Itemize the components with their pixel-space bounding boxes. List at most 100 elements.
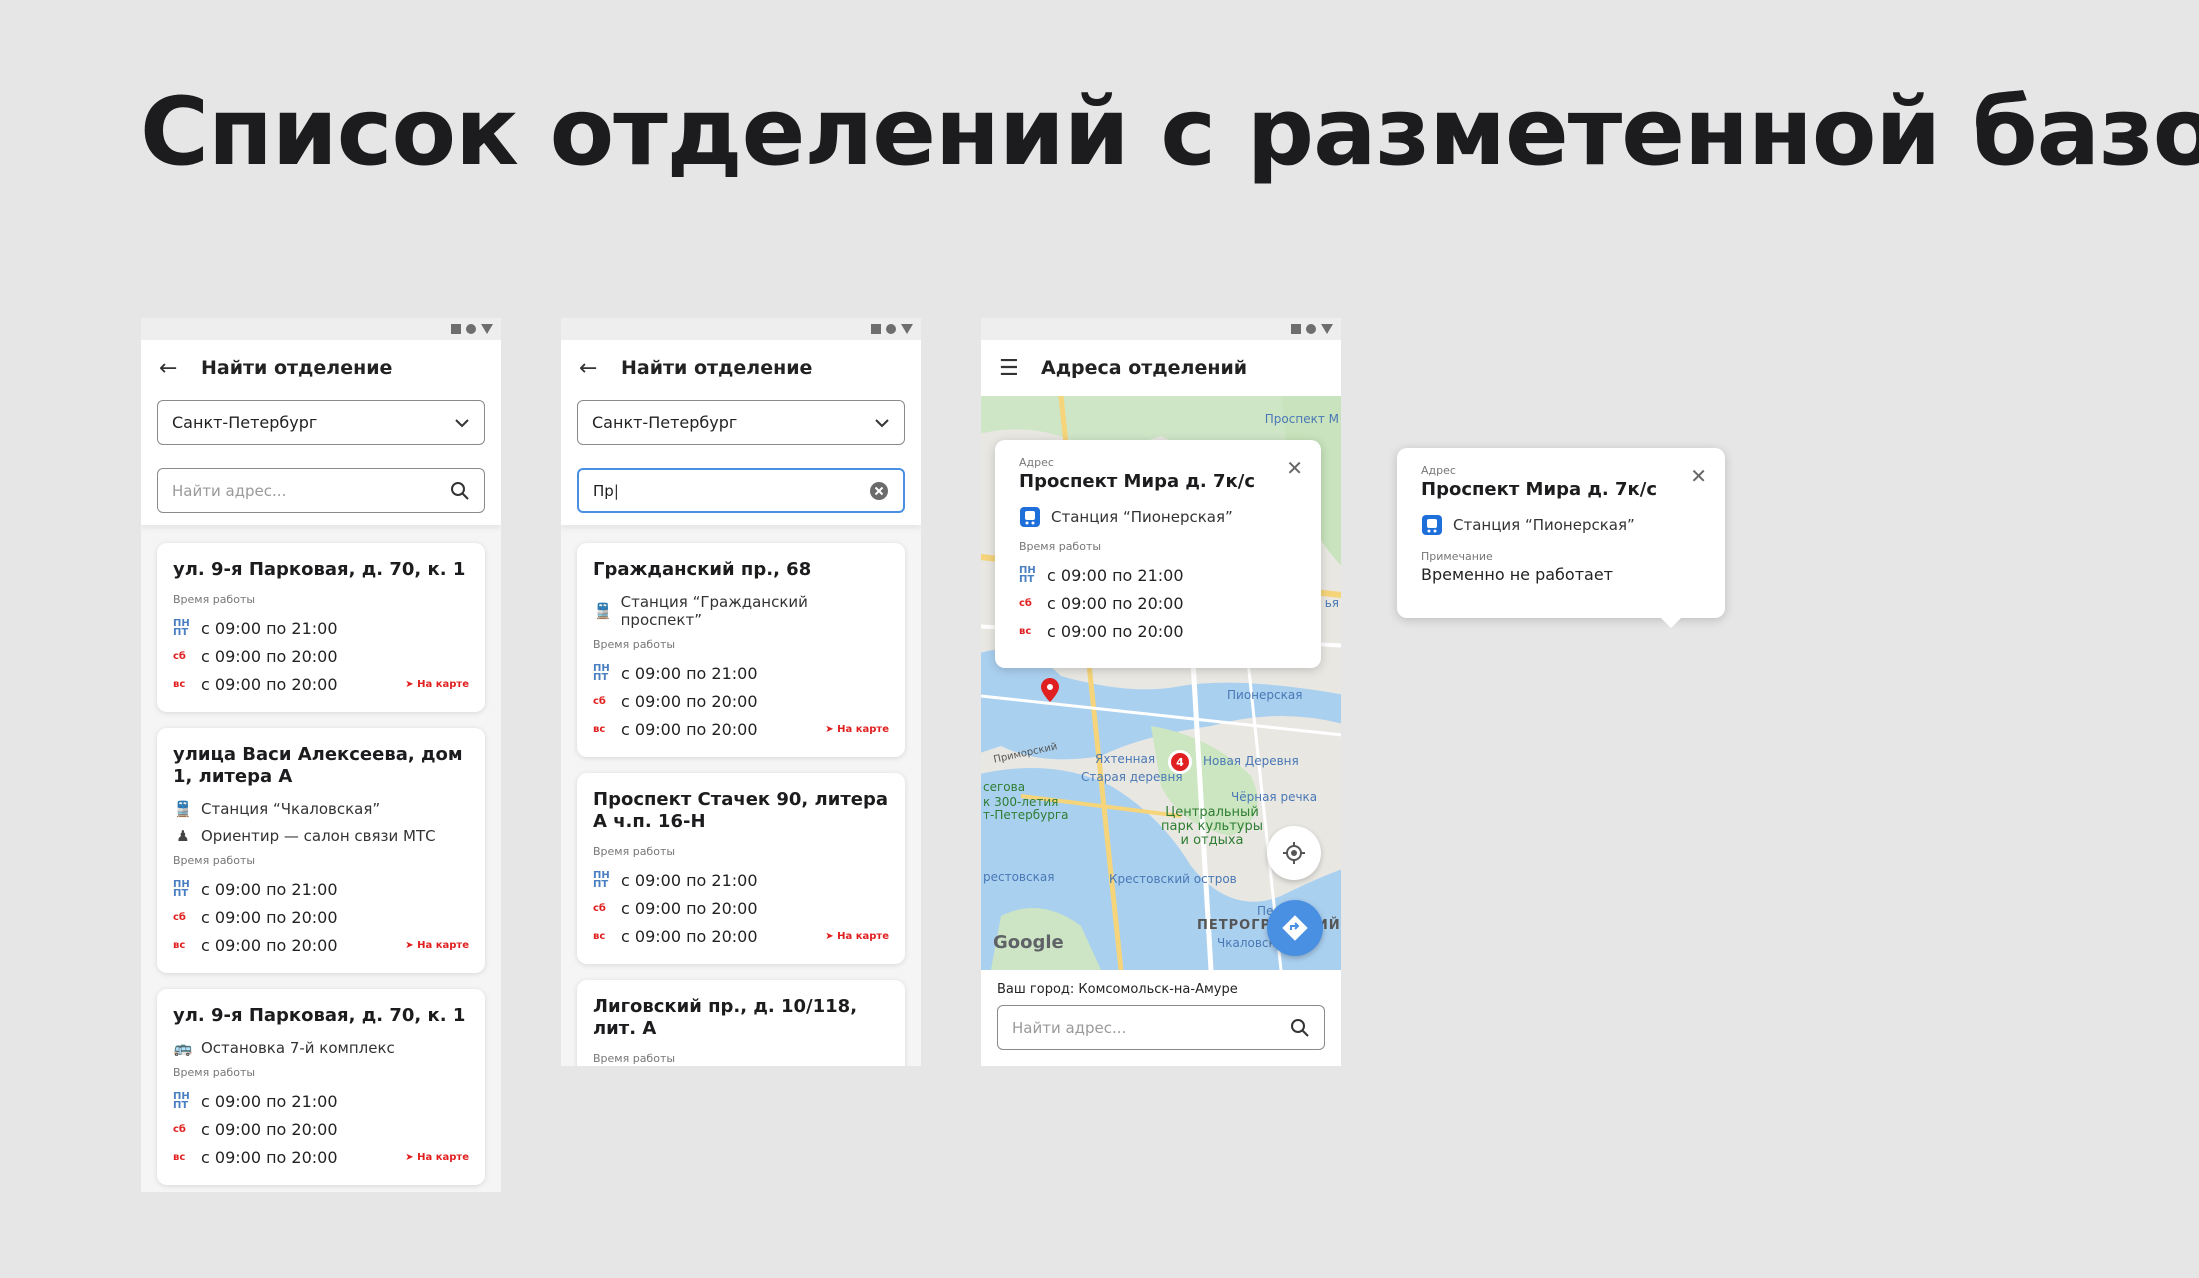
city-select[interactable]: Санкт-Петербург	[577, 400, 905, 445]
cluster-marker[interactable]: 4	[1168, 750, 1192, 774]
hours-value: с 09:00 по 20:00	[621, 719, 758, 739]
map-label: Крестовский остров	[1109, 872, 1237, 886]
weekday-label: ПН ПТ	[1019, 565, 1036, 585]
search-value: Пр|	[593, 481, 619, 500]
hours-value: с 09:00 по 20:00	[201, 907, 338, 927]
weekday-label: ПН ПТ	[173, 1091, 190, 1111]
google-logo: Google	[993, 932, 1064, 953]
branch-card[interactable]: Проспект Стачек 90, литера А ч.п. 16-Н В…	[577, 773, 905, 964]
sunday-label: вс	[593, 723, 606, 735]
station-text: Станция “Пионерская”	[1453, 516, 1635, 534]
landmark-icon: ♟	[176, 827, 190, 845]
hours-row: ПН ПТ с 09:00 по 21:00	[593, 659, 889, 687]
home-icon	[886, 324, 896, 334]
close-icon[interactable]: ✕	[1286, 456, 1303, 480]
metro-train-icon: 🚆	[593, 602, 613, 620]
location-pin-icon[interactable]	[1041, 678, 1059, 702]
hours-row: вс с 09:00 по 20:00 ➤ На карте	[173, 931, 469, 959]
saturday-label: сб	[1019, 597, 1032, 609]
branch-card[interactable]: ул. 9-я Парковая, д. 70, к. 1 Время рабо…	[157, 543, 485, 712]
city-value[interactable]: Комсомольск-на-Амуре	[1078, 982, 1237, 997]
close-icon[interactable]: ✕	[1690, 464, 1707, 488]
map[interactable]: Проспект М ья Пионерская Приморский Яхте…	[981, 396, 1341, 970]
work-time-label: Время работы	[173, 1066, 256, 1079]
popup-title: Проспект Мира д. 7к/с	[1019, 471, 1255, 492]
on-map-link[interactable]: ➤ На карте	[825, 724, 889, 735]
station-text: Станция “Гражданский проспект”	[620, 593, 808, 629]
hours-row: вс с 09:00 по 20:00	[1019, 617, 1297, 645]
back-arrow-icon[interactable]: ←	[159, 356, 179, 381]
on-map-label: На карте	[417, 939, 469, 951]
city-select[interactable]: Санкт-Петербург	[157, 400, 485, 445]
on-map-link[interactable]: ➤ На карте	[405, 1152, 469, 1163]
bottom-panel: Ваш город: Комсомольск-на-Амуре Найти ад…	[981, 970, 1341, 1062]
on-map-link[interactable]: ➤ На карте	[405, 940, 469, 951]
map-label: Пионерская	[1227, 688, 1303, 702]
back-arrow-icon[interactable]: ←	[579, 356, 599, 381]
metro-train-icon	[1020, 507, 1040, 527]
on-map-link[interactable]: ➤ На карте	[405, 679, 469, 690]
on-map-label: На карте	[837, 723, 889, 735]
city-select-value: Санкт-Петербург	[172, 413, 318, 432]
hours-row: сб с 09:00 по 20:00	[173, 903, 469, 931]
my-location-button[interactable]	[1267, 826, 1321, 880]
clear-icon[interactable]	[869, 481, 889, 501]
branch-list: Гражданский пр., 68 🚆 Станция “Граждански…	[561, 525, 921, 1066]
directions-button[interactable]	[1267, 900, 1323, 956]
search-input[interactable]: Найти адрес...	[157, 468, 485, 513]
card-address: ул. 9-я Парковая, д. 70, к. 1	[173, 1005, 466, 1026]
weekday-label: ПН ПТ	[173, 618, 190, 638]
note-label: Примечание	[1421, 550, 1493, 563]
metro-station: Станция “Пионерская”	[1019, 506, 1297, 528]
branch-card[interactable]: Гражданский пр., 68 🚆 Станция “Граждански…	[577, 543, 905, 757]
hours-value: с 09:00 по 20:00	[201, 1119, 338, 1139]
hours-row: вс с 09:00 по 20:00 ➤ На карте	[593, 922, 889, 950]
card-address: улица Васи Алексеева, дом 1, литера А	[173, 744, 463, 787]
on-map-link[interactable]: ➤ На карте	[825, 931, 889, 942]
on-map-label: На карте	[417, 1151, 469, 1163]
menu-icon[interactable]: ☰	[999, 356, 1019, 381]
station-text: Станция “Чкаловская”	[201, 800, 381, 818]
branch-card[interactable]: Лиговский пр., д. 10/118, лит. А Время р…	[577, 980, 905, 1066]
metro-train-icon: 🚆	[173, 800, 193, 818]
hours-value: с 09:00 по 20:00	[201, 674, 338, 694]
search-icon[interactable]	[450, 481, 470, 501]
hours-value: с 09:00 по 21:00	[1047, 565, 1184, 585]
weekday-label: ПН ПТ	[593, 870, 610, 890]
hours-row: сб с 09:00 по 20:00	[173, 1115, 469, 1143]
search-input[interactable]: Найти адрес...	[997, 1005, 1325, 1050]
hours-value: с 09:00 по 21:00	[621, 663, 758, 683]
hours-value: с 09:00 по 21:00	[201, 1091, 338, 1111]
back-nav-icon	[481, 324, 493, 334]
search-icon[interactable]	[1290, 1018, 1310, 1038]
map-label: сегова	[983, 780, 1026, 794]
bus-icon: 🚌	[173, 1039, 193, 1057]
map-label: Яхтенная	[1095, 752, 1156, 766]
stop-icon	[871, 324, 881, 334]
work-time-label: Время работы	[593, 638, 676, 651]
screen-branch-list: ← Найти отделение Санкт-Петербург Найти …	[141, 318, 501, 1192]
stop-icon	[1291, 324, 1301, 334]
hours-row: ПН ПТ с 09:00 по 21:00	[593, 866, 889, 894]
current-city: Ваш город: Комсомольск-на-Амуре	[997, 982, 1325, 997]
branch-card[interactable]: улица Васи Алексеева, дом 1, литера А 🚆 С…	[157, 728, 485, 973]
branch-card[interactable]: ул. 9-я Парковая, д. 70, к. 1 🚌 Остановка…	[157, 989, 485, 1185]
hours-row: ПН ПТ с 09:00 по 21:00	[173, 1087, 469, 1115]
hours-row: ПН ПТ с 09:00 по 21:00	[173, 875, 469, 903]
saturday-label: сб	[173, 911, 186, 923]
card-address: Проспект Стачек 90, литера А ч.п. 16-Н	[593, 789, 889, 832]
hours-row: вс с 09:00 по 20:00 ➤ На карте	[173, 1143, 469, 1171]
note-text: Временно не работает	[1421, 565, 1613, 584]
home-icon	[466, 324, 476, 334]
saturday-label: сб	[173, 650, 186, 662]
hours-row: ПН ПТ с 09:00 по 21:00	[173, 614, 469, 642]
map-label: Проспект М	[1264, 412, 1339, 426]
hours-value: с 09:00 по 20:00	[621, 898, 758, 918]
app-bar-title: Найти отделение	[201, 357, 393, 379]
hours-row: сб с 09:00 по 20:00	[593, 687, 889, 715]
saturday-label: сб	[593, 695, 606, 707]
work-time-label: Время работы	[173, 854, 256, 867]
search-input[interactable]: Пр|	[577, 468, 905, 513]
hours-row: сб с 09:00 по 20:00	[173, 642, 469, 670]
app-bar-title: Адреса отделений	[1041, 357, 1248, 379]
